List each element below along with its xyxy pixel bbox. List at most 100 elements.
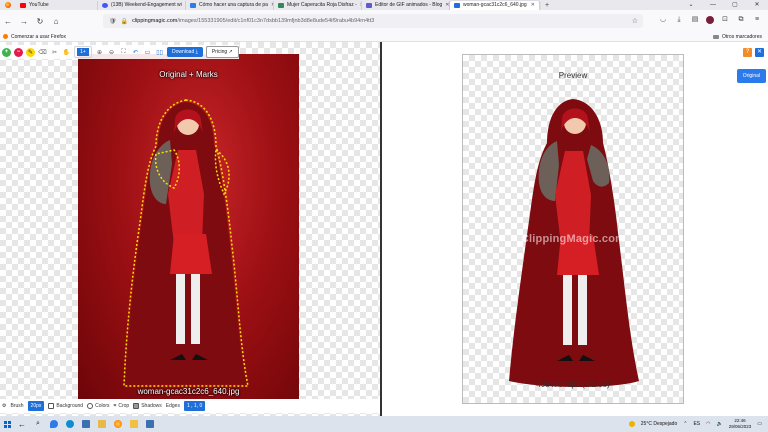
colors-label: Colors xyxy=(95,403,110,409)
notifications-icon[interactable]: ▭ xyxy=(757,421,762,427)
maximize-icon[interactable]: ▢ xyxy=(724,0,746,10)
colors-button[interactable]: Colors xyxy=(87,403,110,409)
windows-start-icon[interactable] xyxy=(0,420,14,428)
folder-app-icon[interactable] xyxy=(94,420,110,428)
extensions-icon[interactable]: ⧉ xyxy=(736,14,746,26)
window-controls: ⌄ — ▢ ✕ xyxy=(680,0,768,10)
bookmark-getting-started[interactable]: Comenzar a usar Firefox xyxy=(11,34,66,40)
menu-icon[interactable]: ≡ xyxy=(752,14,762,26)
zoom-in-icon[interactable]: ⊕ xyxy=(95,48,104,57)
background-icon xyxy=(48,403,55,409)
settings-gear-icon[interactable]: ⚙ xyxy=(2,403,6,409)
download-icon[interactable]: ⤓ xyxy=(674,14,684,26)
top-toolbar: + − ✎ ⌫ ✂ ✋ 1+ ⊕ ⊖ ⛶ ↶ ▭ ▯▯ Download ⤓ P… xyxy=(0,45,239,59)
chevron-down-icon[interactable]: ⌄ xyxy=(680,0,702,10)
tab-youtube[interactable]: YouTube xyxy=(16,0,98,10)
image-dimensions: 405 x 640px (1:1.58) xyxy=(536,380,610,389)
palette-icon xyxy=(87,403,94,409)
original-image-canvas[interactable]: Original + Marks woman-gcac31c2c6_640.jp… xyxy=(78,54,299,404)
fit-screen-icon[interactable]: ⛶ xyxy=(119,48,128,57)
bookmark-star-icon[interactable]: ☆ xyxy=(632,17,638,25)
zoom-level[interactable]: 1+ xyxy=(77,48,89,56)
tab-gif-editor[interactable]: Editor de GIF animados - Blog ✕ xyxy=(362,0,450,10)
close-tab-icon[interactable]: ✕ xyxy=(528,2,535,8)
brush-size-selector[interactable]: 20px xyxy=(27,401,45,411)
tab-label: Cómo hacer una captura de pa xyxy=(199,2,268,8)
search-icon[interactable]: ⌕ xyxy=(30,420,46,428)
pocket-icon[interactable]: ◡ xyxy=(658,14,668,26)
bookmarks-bar: Comenzar a usar Firefox Otros marcadores xyxy=(0,32,768,42)
close-tab-icon[interactable]: ✕ xyxy=(442,2,449,8)
forward-icon[interactable]: → xyxy=(16,17,32,26)
screenshot-icon[interactable]: ⊡ xyxy=(720,14,730,26)
site-icon xyxy=(278,2,284,8)
pricing-button[interactable]: Pricing ↗ xyxy=(205,46,239,58)
navigation-bar: ← → ↻ ⌂ 🛡 🔒 clippingmagic.com /images/15… xyxy=(0,10,768,32)
dual-view-icon[interactable]: ▯▯ xyxy=(155,48,164,57)
pan-hand-icon[interactable]: ✋ xyxy=(62,48,71,57)
url-path: /images/155331905/edit/c1nf01c3n7dsbb139… xyxy=(177,18,375,24)
volume-icon[interactable]: 🔈 xyxy=(717,421,723,427)
tab-woman-jpg[interactable]: woman-gcac31c2c6_640.jpg ✕ xyxy=(450,0,540,10)
reload-icon[interactable]: ↻ xyxy=(32,17,48,26)
tray-chevron-icon[interactable]: ⌃ xyxy=(683,421,687,427)
home-icon[interactable]: ⌂ xyxy=(48,17,64,26)
edges-selector[interactable]: 1 , 1, 0 xyxy=(183,401,206,411)
weather-text[interactable]: 25°C Despejado xyxy=(641,421,677,427)
lock-icon: 🔒 xyxy=(120,18,129,25)
language-indicator[interactable]: ES xyxy=(693,421,700,427)
notes-app-icon[interactable] xyxy=(142,420,158,428)
folder-icon xyxy=(712,34,719,39)
tab-label: Mujer Caperucita Roja Disfraz - xyxy=(287,2,357,8)
edge-icon[interactable] xyxy=(62,420,78,428)
zoom-out-icon[interactable]: ⊖ xyxy=(107,48,116,57)
shadows-button[interactable]: Shadows xyxy=(133,403,162,409)
firefox-menu-button[interactable] xyxy=(0,0,16,10)
new-tab-button[interactable]: + xyxy=(540,2,554,9)
drop-app-icon[interactable] xyxy=(46,420,62,428)
undo-icon[interactable]: ↶ xyxy=(131,48,140,57)
original-pane: Original + Marks woman-gcac31c2c6_640.jp… xyxy=(0,42,380,416)
tab-weekend-engagement[interactable]: (13B) Weekend-Engagement wi ✕ xyxy=(98,0,186,10)
wifi-icon[interactable]: ◠ xyxy=(706,421,710,427)
original-filename: woman-gcac31c2c6_640.jpg xyxy=(137,387,240,396)
hair-marker-icon[interactable]: ✎ xyxy=(26,47,35,57)
tab-caperucita[interactable]: Mujer Caperucita Roja Disfraz - ✕ xyxy=(274,0,362,10)
files-app-icon[interactable] xyxy=(126,420,142,428)
close-window-icon[interactable]: ✕ xyxy=(746,0,768,10)
eraser-icon[interactable]: ⌫ xyxy=(38,48,47,57)
background-label: Background xyxy=(56,403,84,409)
youtube-icon xyxy=(20,2,26,8)
help-icon[interactable]: ? xyxy=(743,48,752,57)
shadow-icon xyxy=(133,403,140,409)
crop-button[interactable]: ⌗ Crop xyxy=(114,403,130,409)
image-icon xyxy=(454,2,460,8)
tab-captura[interactable]: Cómo hacer una captura de pa ✕ xyxy=(186,0,274,10)
original-toggle-button[interactable]: Original xyxy=(736,69,766,83)
add-marker-icon[interactable]: + xyxy=(2,47,11,57)
store-icon[interactable] xyxy=(78,420,94,428)
shadows-label: Shadows xyxy=(141,403,162,409)
bottom-toolbar: ⚙ Brush 20px Background Colors ⌗ Crop Sha… xyxy=(0,399,380,413)
site-icon xyxy=(102,2,108,8)
download-button[interactable]: Download ⤓ xyxy=(167,47,203,57)
download-label: Download xyxy=(172,49,195,55)
clock[interactable]: 22:46 29/06/2023 xyxy=(729,418,752,430)
back-icon[interactable]: ← xyxy=(0,17,16,26)
tab-label: (13B) Weekend-Engagement wi xyxy=(111,2,182,8)
minimize-icon[interactable]: — xyxy=(702,0,724,10)
close-preview-icon[interactable]: ✕ xyxy=(755,48,764,57)
url-bar[interactable]: 🛡 🔒 clippingmagic.com /images/155331905/… xyxy=(103,14,643,28)
back-arrow-icon[interactable]: ← xyxy=(14,420,30,429)
library-icon[interactable]: ▤ xyxy=(690,14,700,26)
watermark: ClippingMagic.com xyxy=(520,233,626,245)
scalpel-icon[interactable]: ✂ xyxy=(50,48,59,57)
other-bookmarks[interactable]: Otros marcadores xyxy=(712,33,762,40)
background-button[interactable]: Background xyxy=(48,403,83,409)
browser-tab-strip: YouTube (13B) Weekend-Engagement wi ✕ Có… xyxy=(0,0,768,10)
firefox-taskbar-icon[interactable] xyxy=(110,420,126,428)
account-avatar[interactable] xyxy=(706,16,714,24)
single-view-icon[interactable]: ▭ xyxy=(143,48,152,57)
other-bookmarks-label: Otros marcadores xyxy=(721,33,762,40)
remove-marker-icon[interactable]: − xyxy=(14,47,23,57)
